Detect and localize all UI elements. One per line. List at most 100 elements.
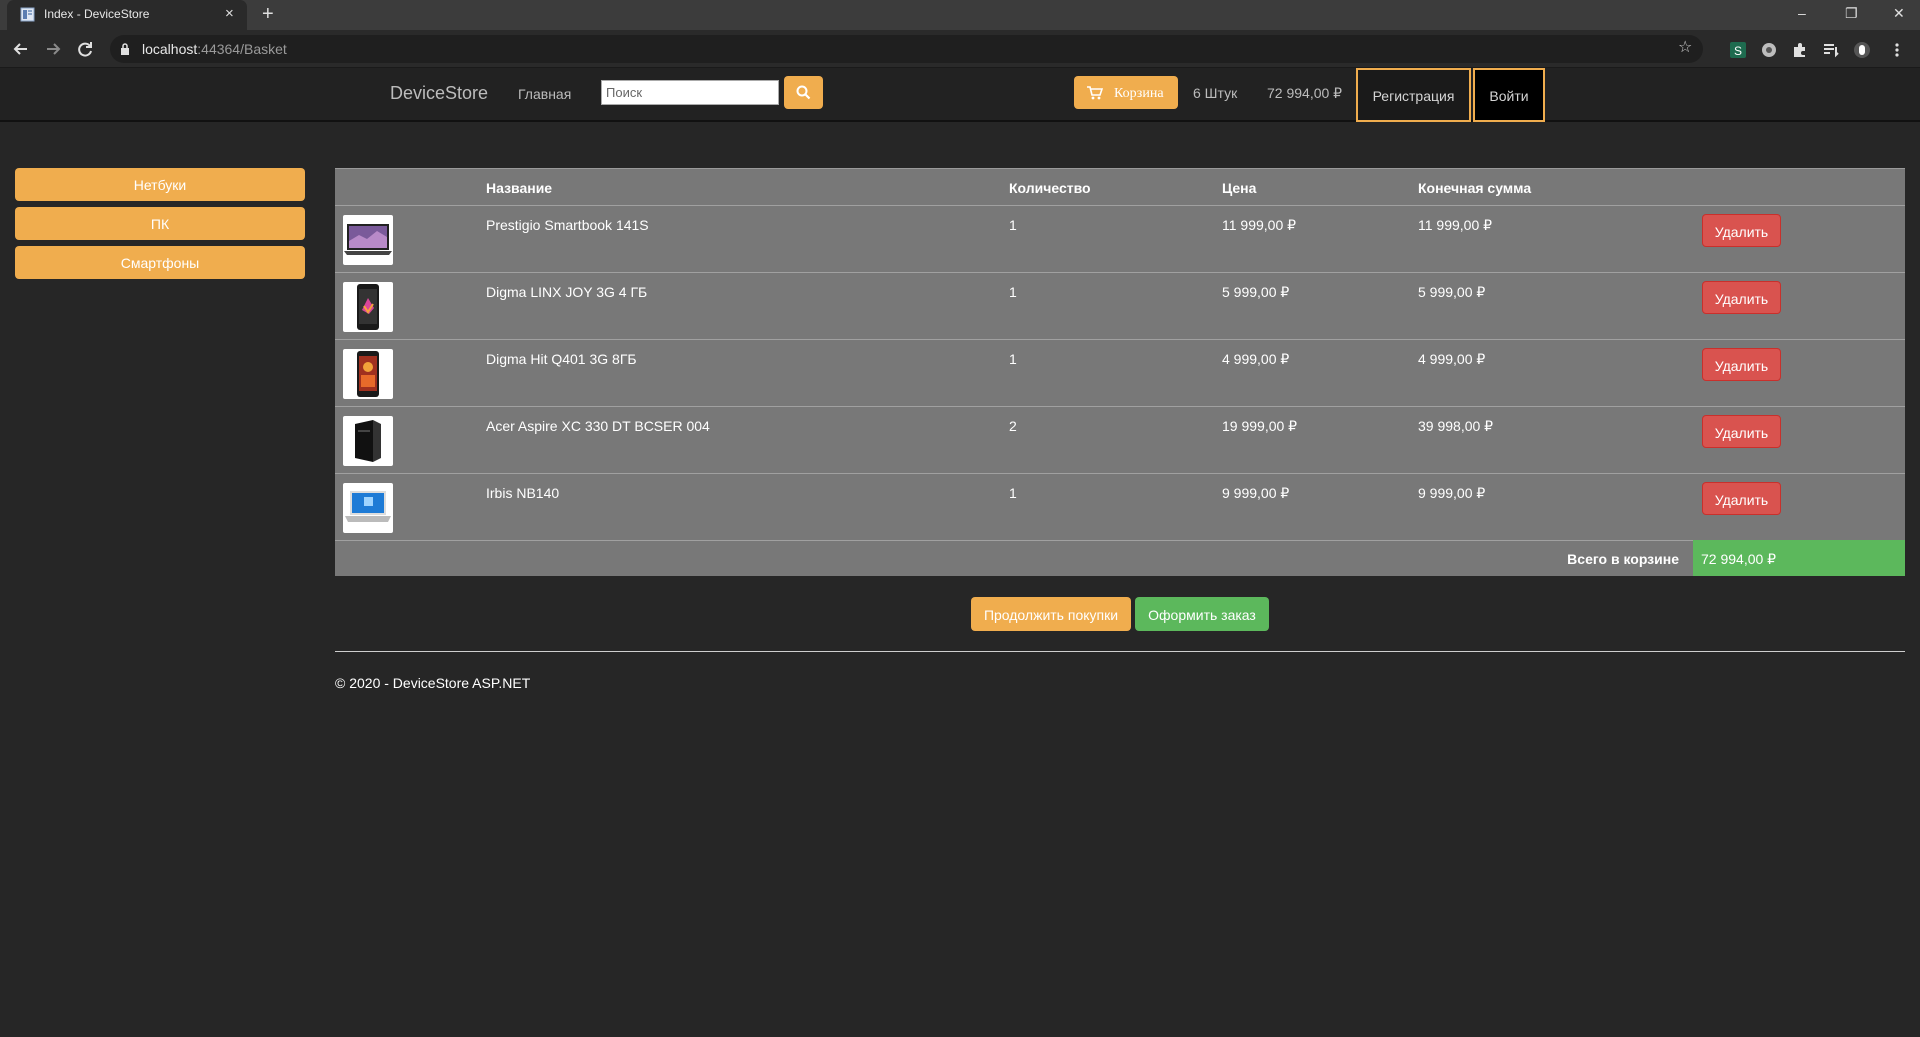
profile-avatar-icon[interactable] bbox=[1853, 41, 1871, 59]
table-row: Digma Hit Q401 3G 8ГБ 1 4 999,00 ₽ 4 999… bbox=[335, 340, 1905, 407]
delete-label: Удалить bbox=[1714, 425, 1769, 441]
product-quantity: 1 bbox=[1009, 351, 1017, 367]
cart-item-count: 6 Штук bbox=[1193, 85, 1238, 101]
back-arrow-icon[interactable] bbox=[10, 38, 32, 60]
browser-tab[interactable]: Index - DeviceStore × bbox=[7, 0, 247, 30]
basket-total-value: 72 994,00 ₽ bbox=[1693, 540, 1905, 576]
forward-arrow-icon[interactable] bbox=[42, 38, 64, 60]
window-restore-button[interactable]: ❐ bbox=[1845, 5, 1858, 21]
browser-menu-icon[interactable] bbox=[1888, 41, 1906, 59]
register-label: Регистрация bbox=[1372, 88, 1455, 104]
product-total: 9 999,00 ₽ bbox=[1418, 485, 1486, 501]
register-button[interactable]: Регистрация bbox=[1356, 68, 1471, 122]
delete-button[interactable]: Удалить bbox=[1702, 482, 1781, 515]
login-button[interactable]: Войти bbox=[1473, 68, 1545, 122]
cart-total-amount: 72 994,00 ₽ bbox=[1267, 85, 1343, 101]
checkout-button[interactable]: Оформить заказ bbox=[1135, 597, 1269, 631]
delete-button[interactable]: Удалить bbox=[1702, 281, 1781, 314]
cart-icon bbox=[1087, 86, 1103, 100]
delete-label: Удалить bbox=[1714, 492, 1769, 508]
product-price: 11 999,00 ₽ bbox=[1222, 217, 1297, 233]
product-image bbox=[343, 349, 393, 399]
category-netbooks-button[interactable]: Нетбуки bbox=[15, 168, 305, 201]
table-row: Prestigio Smartbook 141S 1 11 999,00 ₽ 1… bbox=[335, 206, 1905, 273]
delete-label: Удалить bbox=[1714, 291, 1769, 307]
continue-shopping-button[interactable]: Продолжить покупки bbox=[971, 597, 1131, 631]
netbook-icon bbox=[345, 491, 391, 522]
product-price: 9 999,00 ₽ bbox=[1222, 485, 1290, 501]
smartphone-icon bbox=[357, 284, 379, 330]
product-total: 39 998,00 ₽ bbox=[1418, 418, 1494, 434]
extension-s-icon[interactable]: S bbox=[1729, 41, 1747, 59]
continue-shopping-label: Продолжить покупки bbox=[983, 607, 1119, 623]
basket-total-label: Всего в корзине bbox=[1567, 551, 1679, 567]
category-smartphones-button[interactable]: Смартфоны bbox=[15, 246, 305, 279]
product-price: 5 999,00 ₽ bbox=[1222, 284, 1290, 300]
smartphone-icon bbox=[357, 351, 379, 397]
column-header-quantity: Количество bbox=[1009, 180, 1091, 196]
product-image bbox=[343, 215, 393, 265]
cart-label: Корзина bbox=[1114, 86, 1164, 101]
product-quantity: 2 bbox=[1009, 418, 1017, 434]
delete-button[interactable]: Удалить bbox=[1702, 415, 1781, 448]
browser-toolbar: localhost:44364/Basket ☆ S bbox=[0, 30, 1920, 68]
category-label: Нетбуки bbox=[133, 177, 187, 193]
delete-button[interactable]: Удалить bbox=[1702, 348, 1781, 381]
table-row: Acer Aspire XC 330 DT BCSER 004 2 19 999… bbox=[335, 407, 1905, 474]
address-bar[interactable]: localhost:44364/Basket ☆ bbox=[110, 35, 1703, 63]
table-header: Название Количество Цена Конечная сумма bbox=[335, 168, 1905, 206]
brand-link[interactable]: DeviceStore bbox=[390, 83, 488, 104]
category-pc-button[interactable]: ПК bbox=[15, 207, 305, 240]
svg-text:S: S bbox=[1734, 44, 1742, 58]
checkout-label: Оформить заказ bbox=[1148, 607, 1256, 623]
product-total: 11 999,00 ₽ bbox=[1418, 217, 1493, 233]
delete-button[interactable]: Удалить bbox=[1702, 214, 1781, 247]
cart-button[interactable]: Корзина bbox=[1074, 76, 1178, 109]
search-input[interactable] bbox=[601, 80, 779, 105]
basket-total-row: Всего в корзине 72 994,00 ₽ bbox=[335, 540, 1905, 576]
netbook-icon bbox=[344, 224, 392, 255]
product-quantity: 1 bbox=[1009, 217, 1017, 233]
column-header-total: Конечная сумма bbox=[1418, 180, 1532, 196]
product-total: 4 999,00 ₽ bbox=[1418, 351, 1486, 367]
table-row: Irbis NB140 1 9 999,00 ₽ 9 999,00 ₽ Удал… bbox=[335, 474, 1905, 541]
reading-list-icon[interactable] bbox=[1822, 41, 1840, 59]
window-close-button[interactable]: ✕ bbox=[1893, 5, 1905, 21]
delete-label: Удалить bbox=[1714, 358, 1769, 374]
product-image bbox=[343, 483, 393, 533]
category-label: Смартфоны bbox=[120, 255, 200, 271]
product-name: Prestigio Smartbook 141S bbox=[486, 217, 649, 233]
nav-home-link[interactable]: Главная bbox=[518, 86, 571, 102]
product-quantity: 1 bbox=[1009, 284, 1017, 300]
search-button[interactable] bbox=[784, 76, 823, 109]
product-price: 19 999,00 ₽ bbox=[1222, 418, 1298, 434]
bookmark-star-icon[interactable]: ☆ bbox=[1678, 39, 1692, 57]
product-image bbox=[343, 282, 393, 332]
new-tab-button[interactable]: + bbox=[262, 3, 274, 25]
footer-text: © 2020 - DeviceStore ASP.NET bbox=[335, 675, 531, 691]
search-icon bbox=[796, 85, 811, 100]
extensions-puzzle-icon[interactable] bbox=[1791, 41, 1809, 59]
lock-icon bbox=[121, 43, 129, 55]
table-row: Digma LINX JOY 3G 4 ГБ 1 5 999,00 ₽ 5 99… bbox=[335, 273, 1905, 340]
product-name: Digma LINX JOY 3G 4 ГБ bbox=[486, 284, 648, 300]
column-header-price: Цена bbox=[1222, 180, 1257, 196]
product-total: 5 999,00 ₽ bbox=[1418, 284, 1486, 300]
page-favicon-icon bbox=[20, 7, 35, 22]
delete-label: Удалить bbox=[1714, 224, 1769, 240]
window-minimize-button[interactable]: – bbox=[1798, 5, 1806, 21]
basket-table: Название Количество Цена Конечная сумма … bbox=[335, 168, 1905, 576]
pc-tower-icon bbox=[355, 420, 381, 462]
login-label: Войти bbox=[1489, 88, 1529, 104]
extension-circle-icon[interactable] bbox=[1760, 41, 1778, 59]
url-text: localhost:44364/Basket bbox=[142, 41, 287, 57]
product-price: 4 999,00 ₽ bbox=[1222, 351, 1290, 367]
product-name: Digma Hit Q401 3G 8ГБ bbox=[486, 351, 637, 367]
product-quantity: 1 bbox=[1009, 485, 1017, 501]
reload-icon[interactable] bbox=[74, 38, 96, 60]
category-label: ПК bbox=[150, 216, 170, 232]
tab-close-icon[interactable]: × bbox=[225, 5, 234, 23]
product-name: Acer Aspire XC 330 DT BCSER 004 bbox=[486, 418, 710, 434]
product-image bbox=[343, 416, 393, 466]
tab-title: Index - DeviceStore bbox=[44, 7, 150, 21]
